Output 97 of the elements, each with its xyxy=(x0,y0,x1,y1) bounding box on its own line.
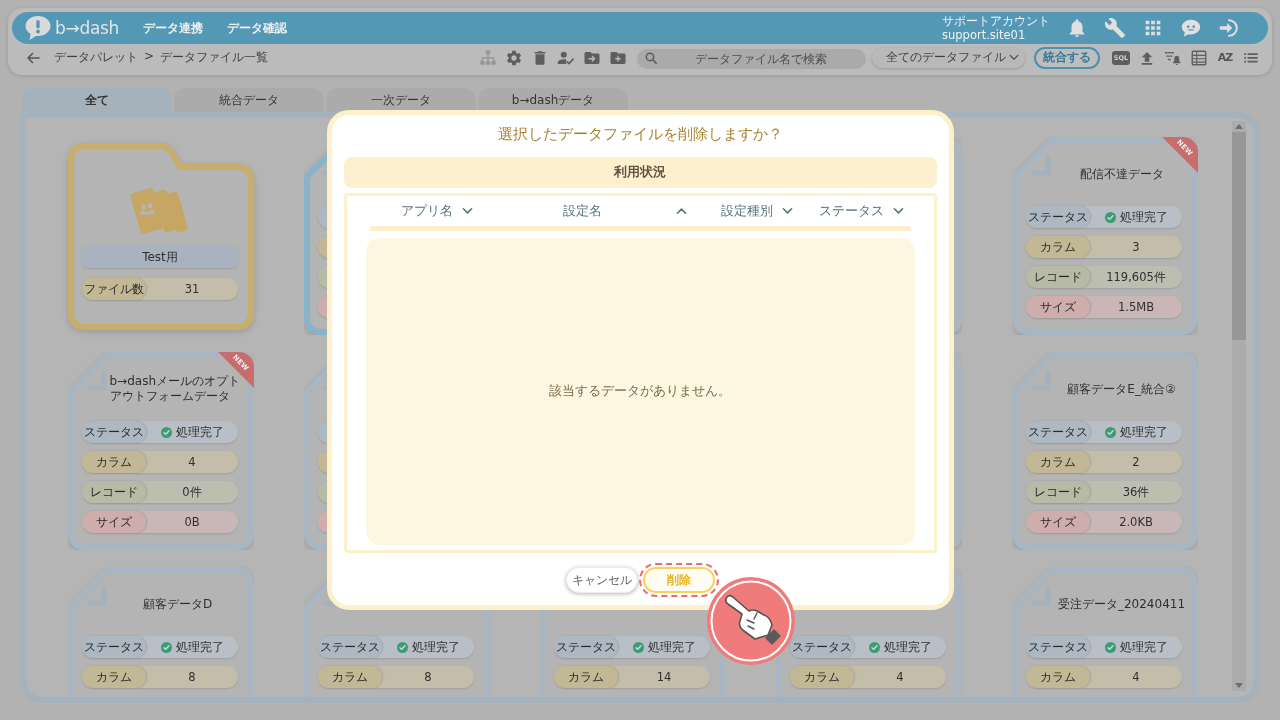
stat-label: カラム xyxy=(318,666,382,688)
search-field[interactable]: データファイル名で検索 xyxy=(637,48,866,69)
wrench-icon[interactable] xyxy=(1104,17,1126,39)
login-icon[interactable] xyxy=(1218,17,1240,39)
breadcrumb-separator: > xyxy=(144,49,155,65)
table-icon[interactable] xyxy=(1190,48,1208,67)
stat-value: 処理完了 xyxy=(1119,639,1168,655)
stat-value: 処理完了 xyxy=(647,639,696,655)
settings-icon[interactable] xyxy=(505,48,523,67)
stat-value: 36件 xyxy=(1122,484,1150,500)
back-arrow-icon[interactable] xyxy=(26,51,40,64)
tab[interactable]: 一次データ xyxy=(326,88,476,112)
account-id: support.site01 xyxy=(942,28,1027,42)
check-circle-icon xyxy=(1104,641,1116,653)
check-circle-icon xyxy=(1104,426,1116,438)
file-card[interactable]: 受注データ_20240411 ステータス 処理完了 カラム 4 xyxy=(1012,567,1198,697)
stat-label: サイズ xyxy=(82,511,146,533)
stat-label: カラム xyxy=(1026,451,1090,473)
breadcrumb-link[interactable]: データファイル一覧 xyxy=(160,49,269,66)
stat-value: 8 xyxy=(424,670,432,684)
stat-label: カラム xyxy=(82,666,146,688)
stat-label: ステータス xyxy=(82,636,146,658)
stat-value: 処理完了 xyxy=(1119,209,1168,225)
stat-label: ステータス xyxy=(554,636,618,658)
scroll-up-icon[interactable] xyxy=(1235,124,1243,129)
check-circle-icon xyxy=(160,426,172,438)
dialog-title: 選択したデータファイルを削除しますか？ xyxy=(496,124,784,144)
file-title: 顧客データD xyxy=(142,596,213,612)
check-circle-icon xyxy=(632,641,644,653)
stat-label: ステータス xyxy=(1026,206,1090,228)
stat-value: 4 xyxy=(1132,670,1140,684)
sort-az-button[interactable]: AZ xyxy=(1216,48,1234,67)
stat-value: 0件 xyxy=(182,484,202,500)
column-header[interactable]: 設定名 xyxy=(504,196,705,226)
search-icon xyxy=(645,51,657,64)
stacked-cards-icon xyxy=(130,185,190,237)
stat-label: レコード xyxy=(82,481,146,503)
file-card[interactable]: 顧客データE_統合② ステータス 処理完了 カラム 2 レコード 36件 サイズ 2.0KB xyxy=(1012,352,1198,550)
stat-value: 1.5MB xyxy=(1117,300,1155,314)
file-title: 顧客データE_統合② xyxy=(1067,381,1176,397)
cancel-button[interactable]: キャンセル xyxy=(565,567,638,593)
stat-label: ステータス xyxy=(1026,636,1090,658)
column-header[interactable]: アプリ名 xyxy=(369,196,505,226)
file-card[interactable]: 顧客データD ステータス 処理完了 カラム 8 xyxy=(68,567,254,697)
file-title: 配信不達データ xyxy=(1079,166,1164,182)
stat-label: ステータス xyxy=(82,421,146,443)
stat-value: 処理完了 xyxy=(411,639,460,655)
account-name: サポートアカウント xyxy=(942,14,1050,28)
stat-value: 4 xyxy=(188,455,196,469)
column-header[interactable]: ステータス xyxy=(809,196,913,226)
stat-value: 2 xyxy=(1132,455,1140,469)
stat-label: サイズ xyxy=(1026,511,1090,533)
stat-value: 処理完了 xyxy=(1119,424,1168,440)
stat-value: 2.0KB xyxy=(1119,515,1153,529)
stat-value: 処理完了 xyxy=(175,424,224,440)
column-header[interactable]: 設定種別 xyxy=(704,196,810,226)
check-circle-icon xyxy=(868,641,880,653)
breadcrumb-link[interactable]: データパレット xyxy=(54,49,138,66)
stat-value: 3 xyxy=(1132,240,1140,254)
check-circle-icon xyxy=(160,641,172,653)
file-filter-dropdown[interactable]: 全てのデータファイル xyxy=(872,47,1025,68)
stat-label: カラム xyxy=(1026,666,1090,688)
tab[interactable]: 統合データ xyxy=(174,88,324,112)
chat-bot-icon[interactable] xyxy=(1180,17,1202,39)
stat-value: 8 xyxy=(188,670,196,684)
stat-label: カラム xyxy=(790,666,854,688)
tab[interactable]: b→dashデータ xyxy=(478,88,628,112)
section-title-bar: 利用状況 xyxy=(343,157,937,188)
stat-value: 14 xyxy=(656,670,672,684)
scrollbar-thumb[interactable] xyxy=(1232,132,1246,340)
stat-label: ステータス xyxy=(318,636,382,658)
scrollbar[interactable] xyxy=(1232,121,1246,691)
stat-label: カラム xyxy=(82,451,146,473)
stat-label: ファイル数 xyxy=(82,278,146,300)
stat-label: レコード xyxy=(1026,481,1090,503)
stat-value: 処理完了 xyxy=(175,639,224,655)
empty-message: 該当するデータがありません。 xyxy=(549,383,731,400)
stat-label: レコード xyxy=(1026,266,1090,288)
chevron-down-icon xyxy=(1009,54,1019,61)
folder-name: Test用 xyxy=(82,246,238,268)
stat-label: ステータス xyxy=(1026,421,1090,443)
stat-value: 4 xyxy=(896,670,904,684)
scroll-down-icon[interactable] xyxy=(1235,683,1243,688)
check-circle-icon xyxy=(1104,211,1116,223)
stat-value: 31 xyxy=(184,282,200,296)
file-title: 受注データ_20240411 xyxy=(1057,596,1186,612)
speech-bubble-icon[interactable] xyxy=(24,15,52,41)
stat-value: 119,605件 xyxy=(1106,269,1166,285)
stat-label: カラム xyxy=(554,666,618,688)
tab[interactable]: 全て xyxy=(22,88,172,112)
stat-value: 0B xyxy=(184,515,200,529)
folder-card[interactable]: Test用 ファイル数 31 xyxy=(68,143,254,330)
stat-label: サイズ xyxy=(1026,296,1090,318)
stat-value: 処理完了 xyxy=(883,639,932,655)
stat-label: カラム xyxy=(1026,236,1090,258)
check-circle-icon xyxy=(396,641,408,653)
stat-label: ステータス xyxy=(790,636,854,658)
